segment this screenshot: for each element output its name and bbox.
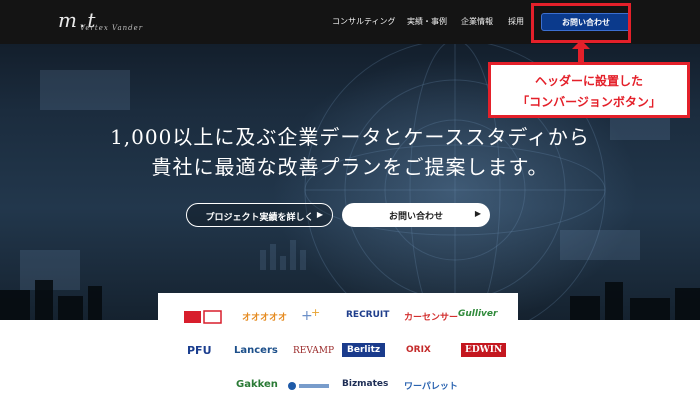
hero-headline-line1: 1,000以上に及ぶ企業データとケーススタディから xyxy=(110,125,590,149)
client-logo-7: PFU xyxy=(187,344,212,357)
client-logo-5: カーセンサー xyxy=(404,313,459,323)
hero-headline-line2: 貴社に最適な改善プランをご提案します。 xyxy=(151,155,549,179)
chevron-right-icon: ▶ xyxy=(316,210,323,219)
client-logo-panel: オオオオオ + + RECRUIT カーセンサー Gulliver PFU Lan… xyxy=(158,293,518,405)
client-logo-2: オオオオオ xyxy=(242,313,288,323)
client-logo-6: Gulliver xyxy=(458,309,498,319)
annotation-callout: ヘッダーに設置した 「コンバージョンボタン」 xyxy=(488,62,690,118)
hero-contact-button-label: お問い合わせ xyxy=(388,212,443,222)
client-logo-15: Bizmates xyxy=(342,379,389,389)
hero-background: 1,000以上に及ぶ企業データとケーススタディから 貴社に最適な改善プランをご提… xyxy=(0,0,700,320)
client-logo-8: Lancers xyxy=(234,345,278,356)
client-logo-16: ワーパレット xyxy=(404,382,458,392)
client-logo-1 xyxy=(184,309,222,328)
client-logo-9: REVAMP xyxy=(293,346,335,356)
hero-contact-button[interactable]: お問い合わせ ▶ xyxy=(342,203,490,227)
chevron-right-icon: ▶ xyxy=(474,209,481,218)
svg-text:+: + xyxy=(311,306,320,319)
client-logo-3-mark: ++ xyxy=(301,306,320,324)
nav-recruit[interactable]: 採用 xyxy=(508,16,524,27)
client-logo-10: Berlitz xyxy=(342,343,386,357)
nav-consulting[interactable]: コンサルティング xyxy=(332,16,396,27)
client-logo-4: RECRUIT xyxy=(346,310,390,320)
client-logo-3: + + xyxy=(299,306,325,329)
client-logo-14 xyxy=(287,379,331,396)
client-logo-13: Gakken xyxy=(236,379,278,390)
annotation-text-line2: 「コンバージョンボタン」 xyxy=(517,95,661,109)
project-results-button-label: プロジェクト実績を詳しく xyxy=(205,213,314,223)
site-logo-subtitle: Vertex Vander xyxy=(80,24,144,32)
annotation-highlight-frame xyxy=(531,3,631,43)
client-logo-12: EDWIN xyxy=(461,343,507,357)
annotation-text-line1: ヘッダーに設置した xyxy=(534,74,643,88)
annotation-arrow-icon xyxy=(572,40,590,64)
nav-case-studies[interactable]: 実績・事例 xyxy=(407,16,447,27)
client-logo-1-mark xyxy=(184,310,222,324)
project-results-button[interactable]: プロジェクト実績を詳しく ▶ xyxy=(186,203,333,227)
client-logo-11: ORIX xyxy=(406,345,431,355)
nav-company-info[interactable]: 企業情報 xyxy=(461,16,493,27)
client-logo-14-mark xyxy=(288,382,329,390)
